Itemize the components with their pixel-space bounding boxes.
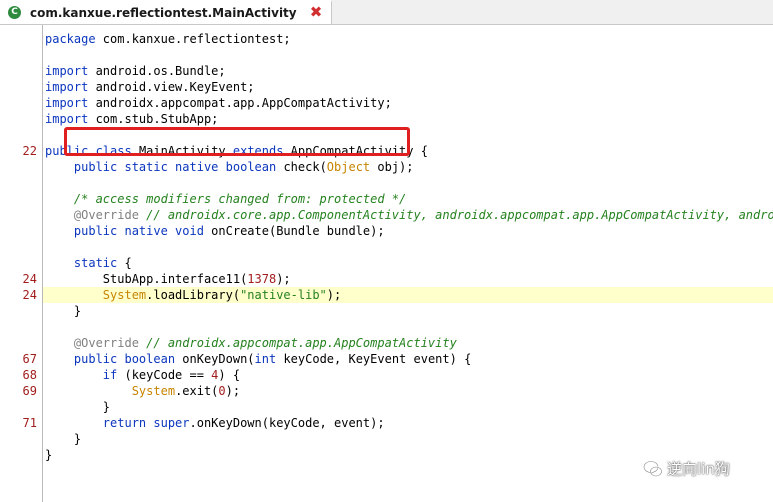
code-line: import android.view.KeyEvent; [45,80,255,94]
line-number: 71 [22,416,37,430]
code-line: 69 System.exit(0); [0,383,773,399]
code-line: /* access modifiers changed from: protec… [73,192,407,206]
line-number: 68 [22,368,37,382]
code-line: 67 public boolean onKeyDown(int keyCode,… [0,351,773,367]
tab-main-activity[interactable]: C com.kanxue.reflectiontest.MainActivity… [0,0,332,24]
code-line: } [73,432,82,446]
code-line: public native void onCreate(Bundle bundl… [73,224,385,238]
line-number: 67 [22,352,37,366]
code-line: @Override // androidx.appcompat.app.AppC… [73,336,457,350]
code-line: 24 StubApp.interface11(1378); [0,271,773,287]
code-line: 71 return super.onKeyDown(keyCode, event… [0,415,773,431]
code-line: @Override // androidx.core.app.Component… [73,208,773,222]
watermark: 逆向lin狗 [643,458,768,480]
watermark-text: 逆向lin狗 [667,460,730,478]
highlight-box [64,127,410,156]
code-line: 68 if (keyCode == 4) { [0,367,773,383]
line-number: 69 [22,384,37,398]
line-number: 24 [22,288,37,302]
wechat-icon [643,460,663,477]
code-line: } [102,400,111,414]
tab-title: com.kanxue.reflectiontest.MainActivity [30,6,297,20]
code-editor[interactable]: package com.kanxue.reflectiontest; impor… [0,25,773,502]
line-number: 22 [22,144,37,158]
code-line: import androidx.appcompat.app.AppCompatA… [45,96,392,110]
code-line: } [73,304,82,318]
code-line: public static native boolean check(Objec… [73,160,414,174]
code-line: import com.stub.StubApp; [45,112,219,126]
code-line: package com.kanxue.reflectiontest; [45,32,291,46]
class-icon: C [8,6,21,19]
code-line: import android.os.Bundle; [45,64,226,78]
code-line: 24 System.loadLibrary("native-lib"); [0,287,773,303]
line-number: 24 [22,272,37,286]
code-line: static { [73,256,132,270]
editor-tab-bar: C com.kanxue.reflectiontest.MainActivity… [0,0,773,25]
close-icon[interactable]: ✖ [309,5,323,20]
